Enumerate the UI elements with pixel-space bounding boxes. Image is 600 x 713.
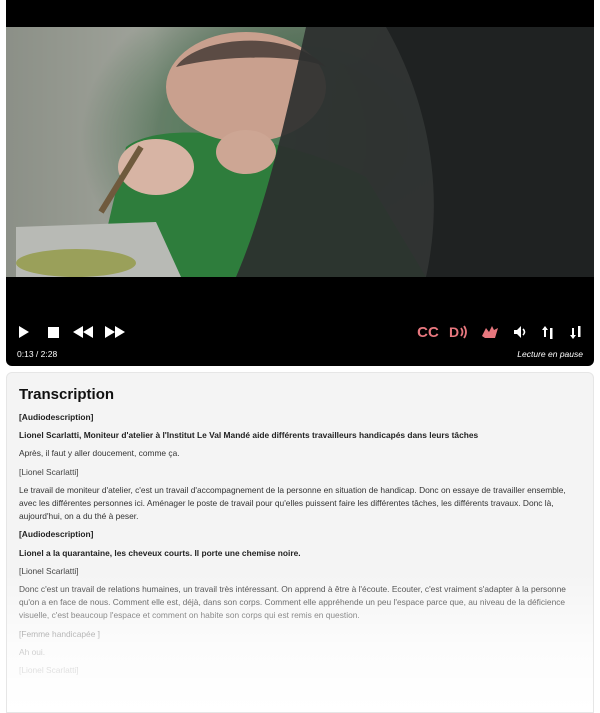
video-frame[interactable] — [6, 27, 594, 277]
volume-icon — [514, 326, 526, 338]
playback-status: Lecture en pause — [517, 349, 583, 359]
volume-down-button[interactable] — [564, 318, 590, 346]
video-player: CC D 0:13 / 2:28 Lecture en pause — [6, 0, 594, 366]
transcript-entry[interactable]: Donc c'est un travail de relations humai… — [19, 583, 581, 623]
transcript-entry[interactable]: [Lionel Scarlatti] — [19, 466, 581, 479]
volume-down-icon — [570, 325, 581, 339]
video-still-image — [6, 27, 594, 277]
transcript-entry[interactable]: Lionel a la quarantaine, les cheveux cou… — [19, 547, 581, 560]
transcript-entries: [Audiodescription] Lionel Scarlatti, Mon… — [19, 411, 581, 677]
transcript-title: Transcription — [19, 386, 115, 403]
player-controls: CC D — [6, 318, 594, 346]
transcript-entry[interactable]: [Femme handicapée ] — [19, 628, 581, 641]
captions-label: CC — [417, 323, 439, 341]
stop-button[interactable] — [42, 318, 64, 346]
mute-button[interactable] — [508, 318, 534, 346]
transcript-entry[interactable]: [Lionel Scarlatti] — [19, 664, 581, 677]
volume-up-icon — [542, 325, 553, 339]
transcript-entry[interactable]: Après, il faut y aller doucement, comme … — [19, 447, 581, 460]
transcript-entry[interactable]: Ah oui. — [19, 646, 581, 659]
transcript-entry[interactable]: [Audiodescription] — [19, 411, 581, 424]
transcript-entry[interactable]: Lionel Scarlatti, Moniteur d'atelier à l… — [19, 429, 581, 442]
sign-language-icon — [482, 326, 498, 338]
fast-forward-button[interactable] — [101, 318, 129, 346]
captions-button[interactable]: CC — [414, 318, 442, 346]
transcript-entry[interactable]: Le travail de moniteur d'atelier, c'est … — [19, 484, 581, 524]
rewind-icon — [73, 326, 93, 338]
transcript-entry[interactable]: [Audiodescription] — [19, 528, 581, 541]
svg-text:D: D — [449, 324, 459, 340]
stop-icon — [47, 326, 59, 338]
play-icon — [18, 326, 29, 338]
rewind-button[interactable] — [69, 318, 97, 346]
play-button[interactable] — [12, 318, 34, 346]
transcript-panel: Transcription [Audiodescription] Lionel … — [6, 372, 594, 713]
time-display: 0:13 / 2:28 — [17, 349, 58, 359]
audio-description-button[interactable]: D — [446, 318, 474, 346]
sign-language-button[interactable] — [476, 318, 504, 346]
audio-description-icon: D — [449, 324, 467, 340]
transcript-entry[interactable]: [Lionel Scarlatti] — [19, 565, 581, 578]
fast-forward-icon — [105, 326, 125, 338]
volume-up-button[interactable] — [536, 318, 562, 346]
